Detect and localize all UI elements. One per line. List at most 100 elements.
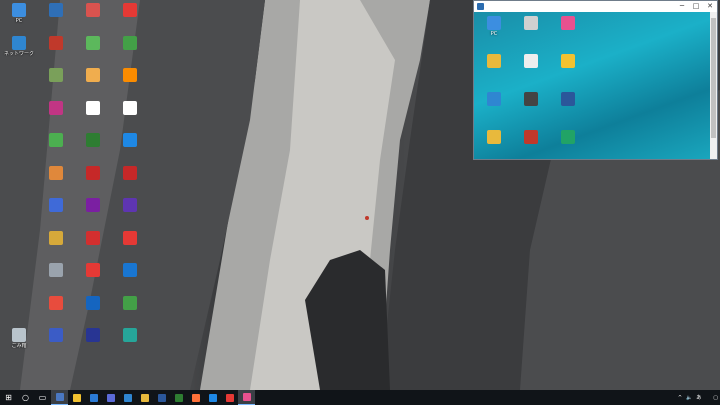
remote-icon-label: PC: [490, 31, 498, 37]
remote-icon-r-pc[interactable]: PC: [476, 16, 512, 37]
desktop-icon-c3[interactable]: [39, 68, 73, 83]
scrollbar-thumb[interactable]: [711, 18, 716, 138]
remote-icon-r-11[interactable]: [513, 130, 549, 145]
notification-icon[interactable]: ▢: [713, 395, 718, 401]
app-icon: [86, 133, 100, 147]
app-icon: [123, 328, 137, 342]
task-app7-button[interactable]: [153, 390, 170, 405]
remote-desktop-content[interactable]: PC: [474, 12, 710, 159]
close-button[interactable]: ✕: [703, 1, 717, 12]
desktop-icon-c4[interactable]: [39, 100, 73, 116]
app-icon: [123, 100, 137, 115]
task-chrome-icon: [140, 393, 149, 402]
task-remote-button[interactable]: [51, 390, 68, 405]
desktop-icon-c6[interactable]: [39, 165, 73, 181]
desktop-icon-c11[interactable]: [39, 328, 73, 343]
tray-overflow-icon[interactable]: ^: [678, 395, 682, 401]
desktop-icon-e10[interactable]: [113, 295, 147, 311]
app-icon: [123, 198, 137, 212]
task-chrome-button[interactable]: [136, 390, 153, 405]
desktop-icon-label: PC: [15, 18, 23, 24]
desktop-icon-e1[interactable]: [113, 3, 147, 18]
desktop-icon-pc[interactable]: PC: [2, 3, 36, 24]
desktop-icon-e8[interactable]: [113, 230, 147, 246]
desktop-icon-c8[interactable]: [39, 230, 73, 246]
app-icon: [86, 295, 100, 310]
app-icon: [487, 54, 501, 68]
task-store-button[interactable]: [85, 390, 102, 405]
remote-icon-r-3[interactable]: [550, 16, 586, 31]
app-icon: [524, 54, 538, 68]
maximize-button[interactable]: □: [689, 1, 703, 12]
desktop-icon-e3[interactable]: [113, 68, 147, 83]
remote-icon-r-8[interactable]: [513, 92, 549, 107]
start-button[interactable]: ⊞: [0, 390, 17, 405]
remote-icon-r-2[interactable]: [513, 16, 549, 31]
desktop-icon-d11[interactable]: [76, 328, 110, 343]
desktop-icon-e11[interactable]: [113, 328, 147, 343]
desktop-icon-c2[interactable]: [39, 35, 73, 51]
desktop-icon-d9[interactable]: [76, 263, 110, 278]
desktop-icon-e9[interactable]: [113, 263, 147, 278]
desktop-icon-e7[interactable]: [113, 198, 147, 213]
desktop-icon-e5[interactable]: [113, 133, 147, 148]
app-icon: [123, 3, 137, 17]
app-icon: [487, 130, 501, 144]
desktop-icon-e4[interactable]: [113, 100, 147, 116]
task-edge-button[interactable]: [204, 390, 221, 405]
remote-icon-r-5[interactable]: [513, 54, 549, 69]
remote-desktop-window[interactable]: ─ □ ✕ PC: [473, 0, 718, 160]
desktop-icon-d2[interactable]: [76, 35, 110, 51]
app-icon: [86, 68, 100, 82]
desktop-icon-d5[interactable]: [76, 133, 110, 148]
app-icon: [86, 165, 100, 180]
task-app12-button[interactable]: [238, 390, 255, 405]
minimize-button[interactable]: ─: [675, 1, 689, 12]
desktop-icon-e2[interactable]: [113, 35, 147, 51]
desktop-icon-c5[interactable]: [39, 133, 73, 148]
remote-icon-r-6[interactable]: [550, 54, 586, 69]
remote-icon-r-10[interactable]: [476, 130, 512, 145]
app-icon: [86, 100, 100, 115]
desktop-icon-d1[interactable]: [76, 3, 110, 18]
desktop-icon-c10[interactable]: [39, 295, 73, 311]
desktop-icon-d3[interactable]: [76, 68, 110, 83]
app-icon: [49, 263, 63, 277]
task-app8-button[interactable]: [170, 390, 187, 405]
desktop-icon-d10[interactable]: [76, 295, 110, 311]
task-app8-icon: [174, 393, 183, 402]
app-icon: [49, 100, 63, 115]
task-app4-button[interactable]: [102, 390, 119, 405]
vertical-scrollbar[interactable]: [710, 12, 717, 159]
desktop-icon-d7[interactable]: [76, 198, 110, 213]
ime-indicator[interactable]: あ: [696, 394, 701, 401]
app-icon: [123, 295, 137, 310]
desktop-icon-network[interactable]: ネットワーク: [2, 35, 36, 57]
search-button[interactable]: ○: [17, 390, 34, 405]
desktop-icon-c9[interactable]: [39, 263, 73, 278]
desktop-icon-recycle[interactable]: ごみ箱: [2, 328, 36, 349]
remote-icon-r-7[interactable]: [476, 92, 512, 107]
desktop-icon-d4[interactable]: [76, 100, 110, 116]
app-icon: [86, 263, 100, 277]
task-firefox-button[interactable]: [187, 390, 204, 405]
desktop-icon-c7[interactable]: [39, 198, 73, 213]
task-view-button[interactable]: ▭: [34, 390, 51, 405]
app-icon: [86, 198, 100, 212]
remote-icon-r-12[interactable]: [550, 130, 586, 145]
volume-icon[interactable]: 🔈: [686, 395, 692, 401]
desktop-icon-d8[interactable]: [76, 230, 110, 246]
task-app12-icon: [242, 393, 251, 401]
desktop-icon-e6[interactable]: [113, 165, 147, 181]
app-icon: [487, 16, 501, 30]
remote-icon-r-4[interactable]: [476, 54, 512, 69]
desktop-icon-d6[interactable]: [76, 165, 110, 181]
task-app4-icon: [106, 393, 115, 402]
task-app11-button[interactable]: [221, 390, 238, 405]
desktop-icon-c1[interactable]: [39, 3, 73, 18]
app-icon: [86, 3, 100, 17]
remote-icon-r-9[interactable]: [550, 92, 586, 107]
task-app5-button[interactable]: [119, 390, 136, 405]
window-titlebar[interactable]: ─ □ ✕: [474, 1, 717, 12]
task-explorer-button[interactable]: [68, 390, 85, 405]
